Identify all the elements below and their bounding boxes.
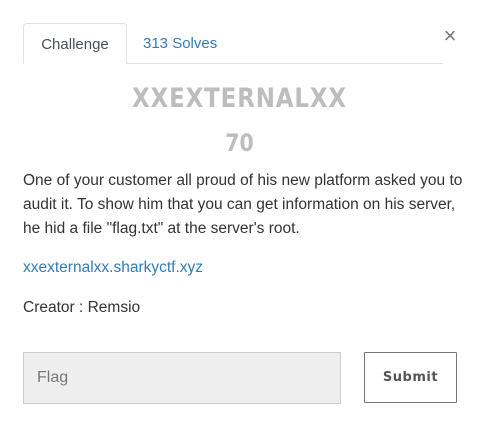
tab-solves[interactable]: 313 Solves — [127, 23, 233, 64]
tab-challenge[interactable]: Challenge — [23, 23, 127, 64]
challenge-description: One of your customer all proud of his ne… — [23, 172, 463, 237]
challenge-modal: Challenge 313 Solves × XXEXTERNALXX 70 O… — [0, 0, 479, 444]
challenge-creator: Creator : Remsio — [23, 299, 141, 316]
challenge-value: 70 — [225, 129, 254, 157]
challenge-link[interactable]: xxexternalxx.sharkyctf.xyz — [23, 256, 203, 280]
close-icon[interactable]: × — [440, 24, 460, 48]
flag-input[interactable] — [23, 352, 341, 404]
submit-button[interactable]: Submit — [364, 352, 457, 403]
challenge-tabs: Challenge 313 Solves — [23, 23, 443, 64]
challenge-name: XXEXTERNALXX — [132, 83, 347, 114]
